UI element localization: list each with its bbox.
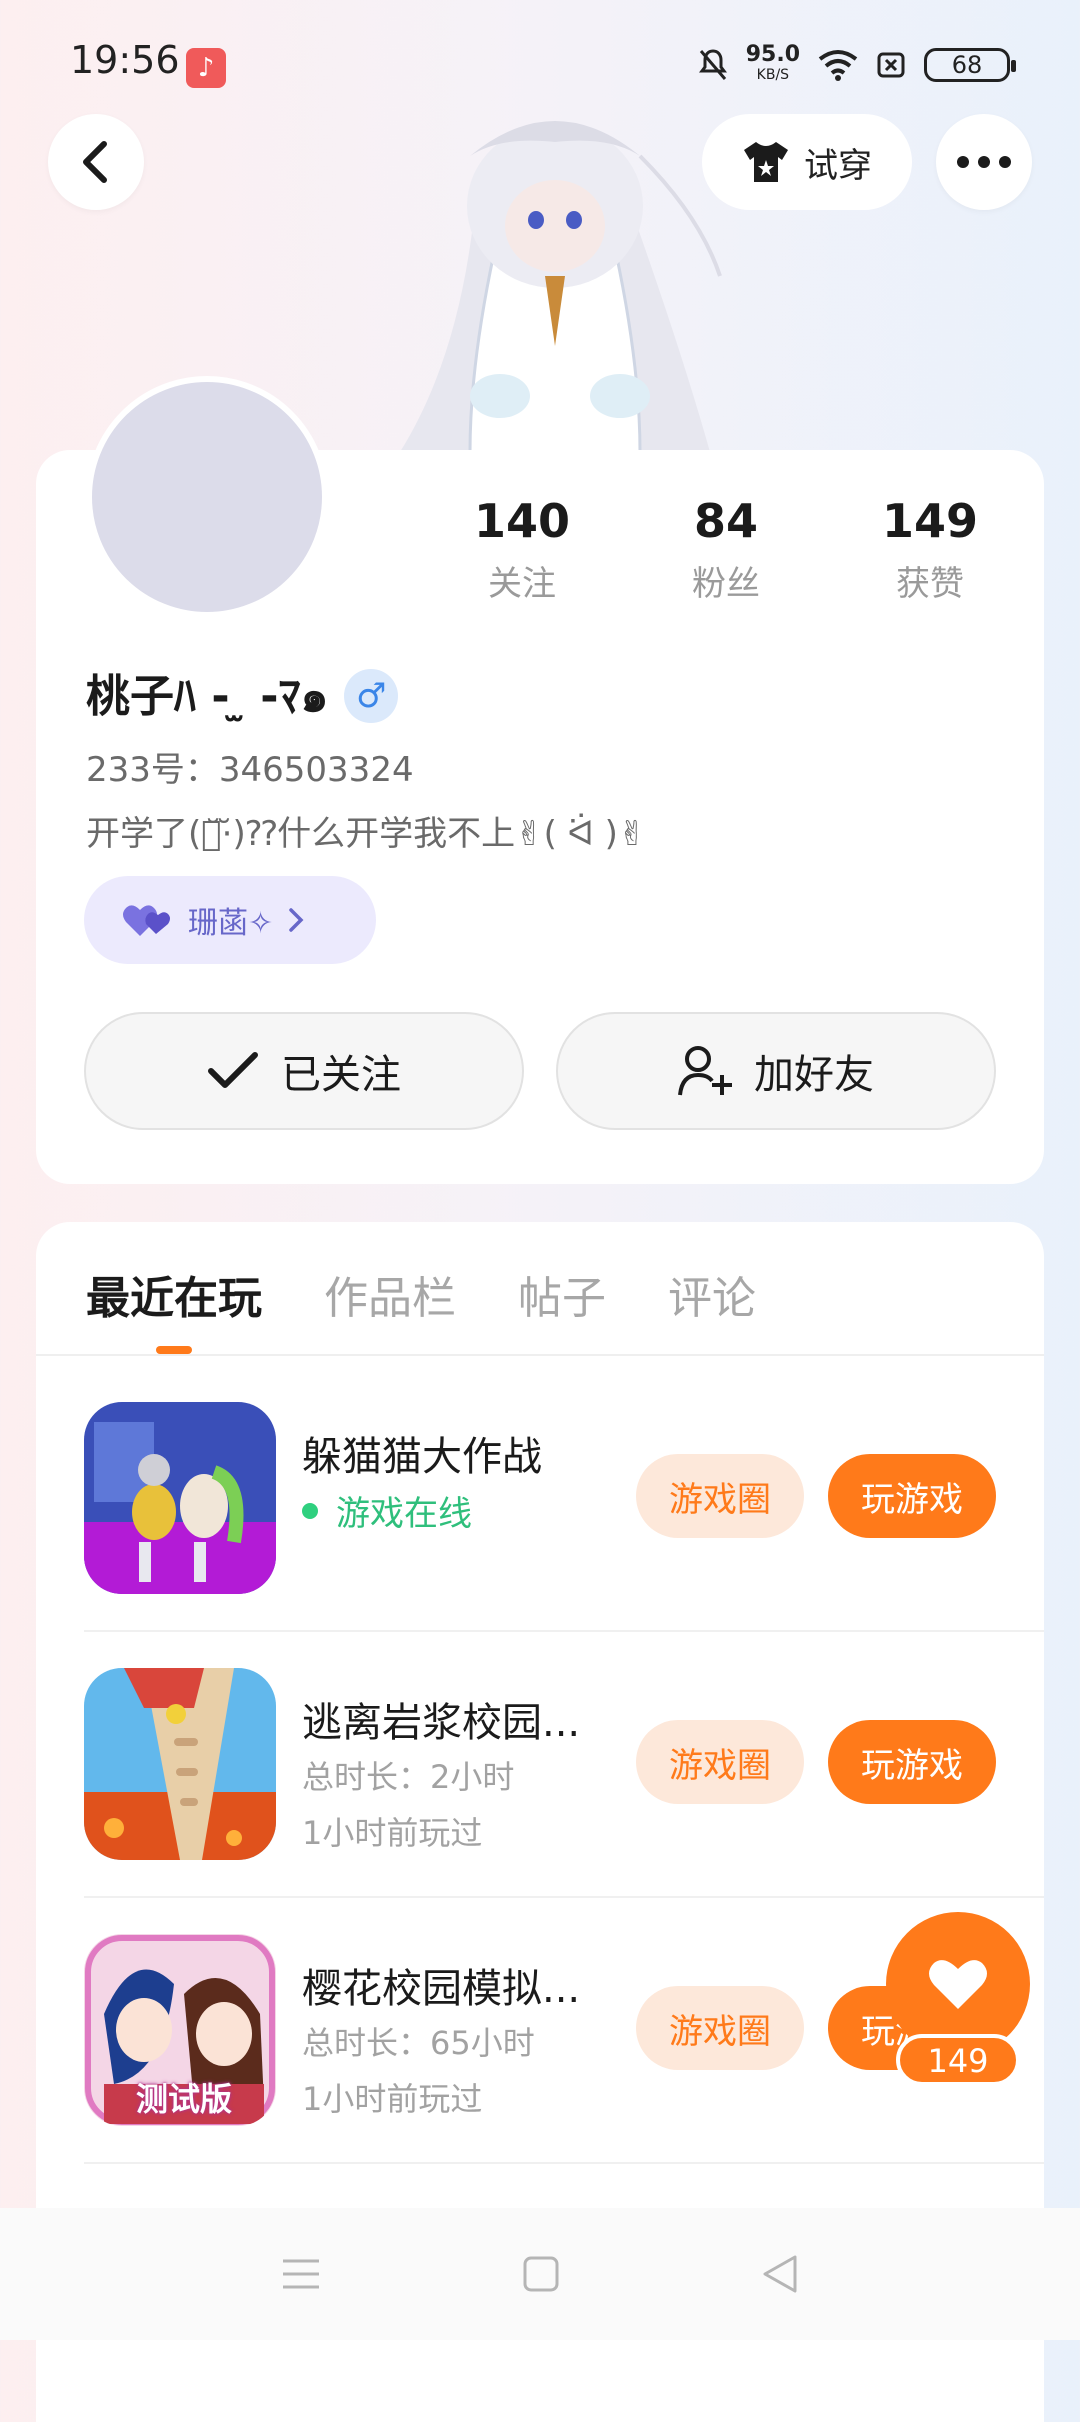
- status-time: 19:56: [70, 38, 180, 82]
- heart-icon: [929, 1960, 987, 2009]
- game-online-status: 游戏在线: [302, 1486, 472, 1535]
- likes-label: 获赞: [896, 564, 964, 604]
- menu-icon[interactable]: [281, 2257, 321, 2291]
- add-user-icon: [678, 1046, 732, 1096]
- game-circle-button[interactable]: 游戏圈: [636, 1454, 804, 1538]
- user-id: 233号：346503324: [86, 750, 414, 790]
- sim-icon: [877, 52, 905, 78]
- likes-count: 149: [881, 494, 979, 548]
- game-circle-button[interactable]: 游戏圈: [636, 1720, 804, 1804]
- following-count: 140: [473, 494, 571, 548]
- stat-likes[interactable]: 149 获赞: [830, 494, 1030, 605]
- more-dots-icon: [957, 156, 1011, 168]
- more-options-button[interactable]: [936, 114, 1032, 210]
- game-title: 樱花校园模拟...: [302, 1966, 581, 2012]
- row-divider: [84, 2162, 1044, 2164]
- row-divider: [84, 1630, 1044, 1632]
- test-version-badge: 测试版: [136, 2080, 233, 2118]
- online-dot-icon: [302, 1502, 318, 1519]
- row-divider: [84, 1896, 1044, 1898]
- nickname-row: 桃子ﾊ - ̫ -ﾏ๑ ♂: [86, 660, 399, 731]
- tshirt-icon: [744, 142, 788, 182]
- online-status-text: 游戏在线: [336, 1494, 472, 1534]
- play-game-button[interactable]: 玩游戏: [828, 1720, 996, 1804]
- check-icon: [208, 1052, 258, 1088]
- game-title: 逃离岩浆校园...: [302, 1700, 581, 1746]
- following-label: 关注: [488, 564, 556, 604]
- game-duration: 总时长：65小时: [302, 2024, 535, 2062]
- battery-indicator: 68: [924, 48, 1016, 82]
- back-triangle-icon[interactable]: [761, 2254, 799, 2294]
- game-row-2[interactable]: 逃离岩浆校园... 总时长：2小时 1小时前玩过 游戏圈 玩游戏: [84, 1668, 1004, 1868]
- wifi-icon: [818, 50, 858, 81]
- active-tab-indicator: [156, 1346, 192, 1354]
- system-nav-bar: [0, 2208, 1080, 2340]
- like-count-badge: 149: [896, 2034, 1020, 2086]
- music-app-icon: ♪: [186, 48, 226, 88]
- game-title: 躲猫猫大作战: [302, 1434, 542, 1480]
- network-speed-value: 95.0: [745, 42, 800, 67]
- game-thumbnail[interactable]: [84, 1668, 276, 1860]
- game-last-played: 1小时前玩过: [302, 2080, 483, 2118]
- avatar[interactable]: [86, 376, 328, 618]
- try-on-label: 试穿: [804, 145, 872, 186]
- user-bio: 开学了(･̆·̆)⁇什么开学我不上✌︎( ᐛ )✌︎: [86, 814, 647, 854]
- add-friend-button[interactable]: 加好友: [556, 1012, 996, 1130]
- network-speed-unit: KB/S: [756, 67, 790, 83]
- game-row-3[interactable]: 测试版 樱花校园模拟... 总时长：65小时 1小时前玩过 游戏圈 玩游戏: [84, 1934, 1004, 2134]
- bell-off-icon: [698, 49, 727, 80]
- profile-tabs: 最近在玩 作品栏 帖子 评论: [86, 1262, 756, 1326]
- game-duration: 总时长：2小时: [302, 1758, 515, 1796]
- companion-tag-button[interactable]: 珊菡✧: [84, 876, 376, 964]
- game-row-1[interactable]: 躲猫猫大作战 游戏在线 游戏圈 玩游戏: [84, 1402, 1004, 1602]
- status-icons: 95.0 KB/S 68: [698, 40, 1016, 90]
- network-speed: 95.0 KB/S: [745, 42, 800, 85]
- game-thumbnail[interactable]: [84, 1402, 276, 1594]
- game-last-played: 1小时前玩过: [302, 1814, 483, 1852]
- tab-recently-played[interactable]: 最近在玩: [86, 1262, 262, 1326]
- back-arrow-icon: [83, 141, 107, 183]
- tabs-divider: [36, 1354, 1044, 1356]
- nickname: 桃子ﾊ - ̫ -ﾏ๑: [86, 671, 329, 722]
- followed-button[interactable]: 已关注: [84, 1012, 524, 1130]
- tab-posts[interactable]: 帖子: [518, 1262, 606, 1326]
- back-button[interactable]: [48, 114, 144, 210]
- try-on-button[interactable]: 试穿: [702, 114, 912, 210]
- tab-comments[interactable]: 评论: [668, 1262, 756, 1326]
- male-gender-icon: ♂: [344, 668, 399, 723]
- chevron-right-icon: [289, 908, 304, 932]
- double-heart-icon: [123, 905, 170, 936]
- fans-count: 84: [693, 494, 758, 548]
- fans-label: 粉丝: [692, 564, 760, 604]
- game-thumbnail[interactable]: 测试版: [84, 1934, 276, 2126]
- companion-tag-label: 珊菡✧: [188, 906, 274, 941]
- tab-works[interactable]: 作品栏: [324, 1262, 456, 1326]
- home-square-icon[interactable]: [522, 2255, 560, 2293]
- stat-following[interactable]: 140 关注: [422, 494, 622, 605]
- stat-fans[interactable]: 84 粉丝: [626, 494, 826, 605]
- play-game-button[interactable]: 玩游戏: [828, 1454, 996, 1538]
- add-friend-label: 加好友: [754, 1052, 874, 1098]
- followed-label: 已关注: [281, 1052, 401, 1098]
- avatar-3d-figure: [380, 96, 730, 454]
- game-circle-button[interactable]: 游戏圈: [636, 1986, 804, 2070]
